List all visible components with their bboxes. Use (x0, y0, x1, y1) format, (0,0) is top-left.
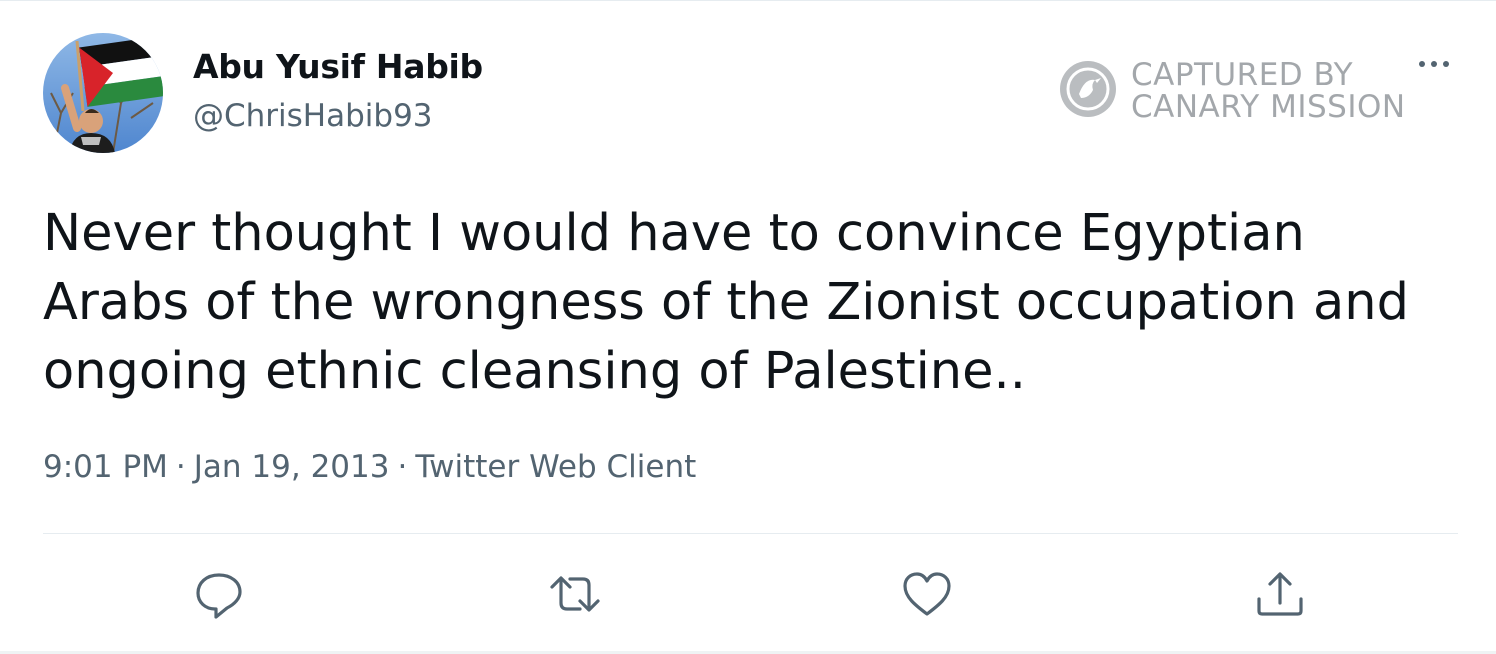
meta-separator: · (397, 449, 408, 485)
display-name[interactable]: Abu Yusif Habib (193, 47, 483, 86)
tweet-time[interactable]: 9:01 PM (43, 449, 168, 485)
retweet-button[interactable] (548, 567, 602, 621)
tweet-client[interactable]: Twitter Web Client (415, 449, 696, 485)
tweet-metadata: 9:01 PM · Jan 19, 2013 · Twitter Web Client (43, 449, 696, 485)
canary-bird-icon (1059, 60, 1117, 118)
more-options-icon[interactable] (1414, 53, 1454, 75)
avatar-image (43, 33, 163, 153)
retweet-icon (548, 567, 602, 621)
share-icon (1253, 567, 1307, 621)
tweet-date[interactable]: Jan 19, 2013 (194, 449, 390, 485)
share-button[interactable] (1253, 567, 1307, 621)
avatar[interactable] (43, 33, 163, 153)
tweet-card: Abu Yusif Habib @ChrisHabib93 CAPTURED B… (0, 0, 1496, 654)
divider (43, 533, 1458, 534)
tweet-text: Never thought I would have to convince E… (43, 204, 1409, 401)
watermark-line-1: CAPTURED BY (1131, 57, 1354, 93)
reply-icon (192, 567, 246, 621)
meta-separator: · (175, 449, 186, 485)
like-button[interactable] (900, 567, 954, 621)
watermark: CAPTURED BY CANARY MISSION (1059, 60, 1429, 126)
user-handle[interactable]: @ChrisHabib93 (193, 98, 433, 134)
reply-button[interactable] (192, 567, 246, 621)
watermark-line-2: CANARY MISSION (1131, 89, 1406, 125)
heart-icon (900, 567, 954, 621)
